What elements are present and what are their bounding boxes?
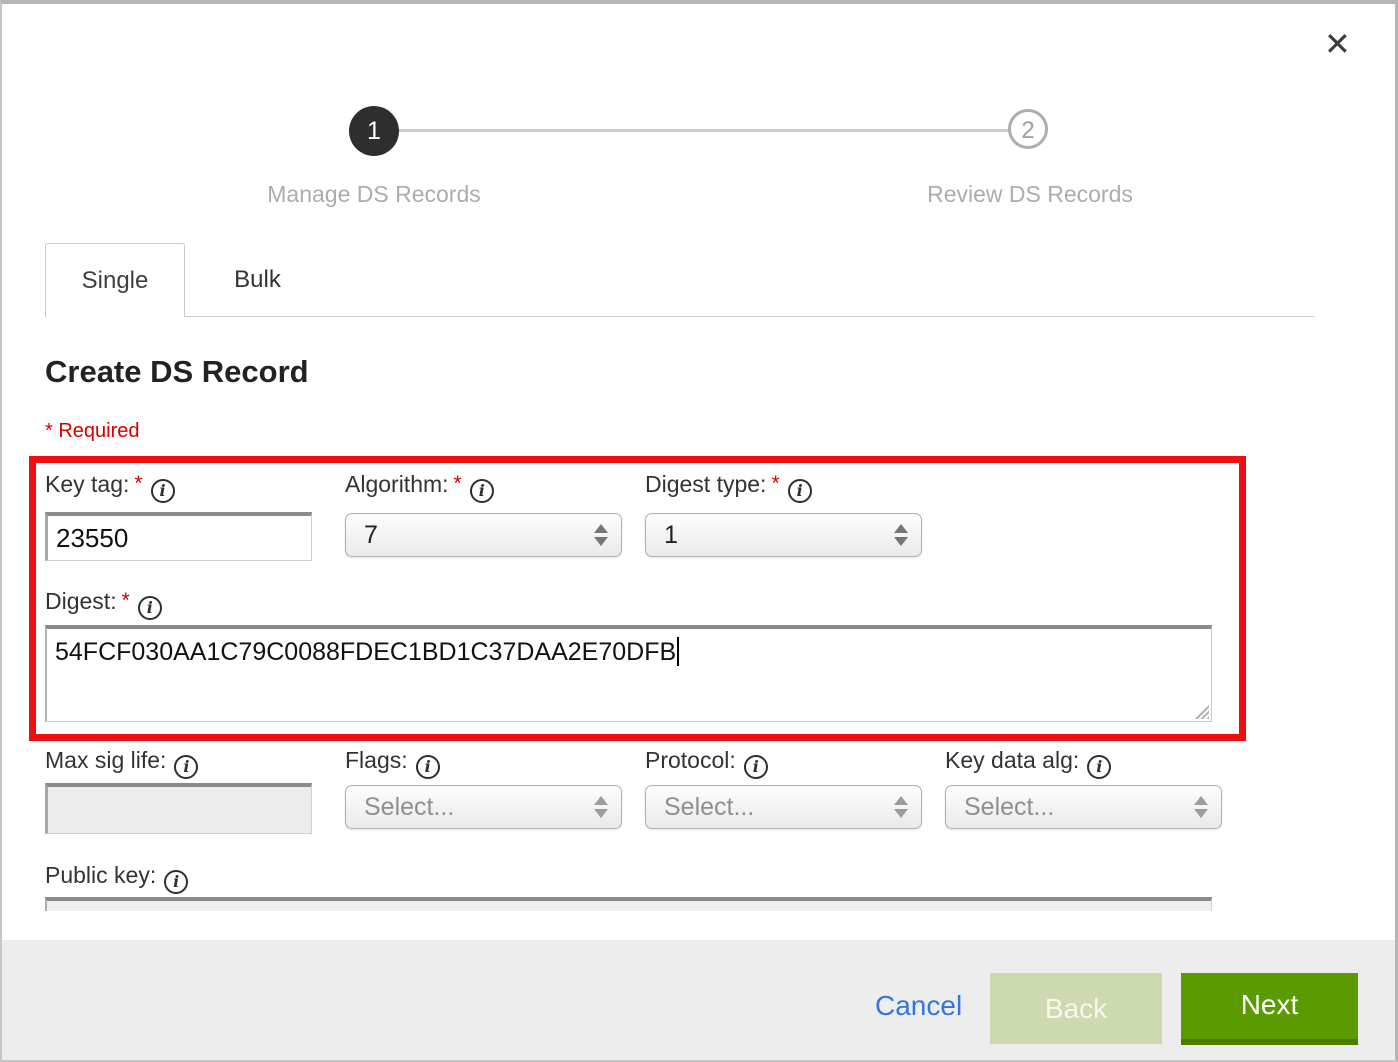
close-icon[interactable]: ✕ bbox=[1324, 28, 1351, 60]
info-icon[interactable]: i bbox=[788, 479, 812, 503]
flags-label: Flags: i bbox=[345, 747, 440, 779]
info-icon[interactable]: i bbox=[416, 755, 440, 779]
tab-bulk[interactable]: Bulk bbox=[185, 243, 330, 317]
protocol-label: Protocol: i bbox=[645, 747, 768, 779]
key-tag-label-text: Key tag: bbox=[45, 471, 129, 497]
protocol-placeholder: Select... bbox=[664, 793, 754, 821]
page-title: Create DS Record bbox=[45, 354, 309, 390]
select-spinner-icon bbox=[894, 524, 908, 546]
max-sig-life-input[interactable] bbox=[45, 783, 312, 834]
select-spinner-icon bbox=[1194, 796, 1208, 818]
public-key-label: Public key: i bbox=[45, 862, 188, 894]
protocol-label-text: Protocol: bbox=[645, 747, 736, 773]
text-cursor bbox=[677, 637, 679, 666]
step-2-label: Review DS Records bbox=[830, 181, 1230, 208]
info-icon[interactable]: i bbox=[138, 596, 162, 620]
digest-type-label-text: Digest type: bbox=[645, 471, 766, 497]
required-asterisk: * bbox=[454, 472, 462, 495]
flags-placeholder: Select... bbox=[364, 793, 454, 821]
protocol-select[interactable]: Select... bbox=[645, 785, 922, 829]
info-icon[interactable]: i bbox=[174, 755, 198, 779]
select-spinner-icon bbox=[594, 796, 608, 818]
required-asterisk: * bbox=[134, 472, 142, 495]
digest-type-label: Digest type:* i bbox=[645, 471, 812, 503]
step-1-label: Manage DS Records bbox=[174, 181, 574, 208]
resize-handle[interactable] bbox=[1192, 702, 1209, 719]
max-sig-life-label-text: Max sig life: bbox=[45, 747, 166, 773]
required-asterisk: * bbox=[771, 472, 779, 495]
public-key-textarea[interactable] bbox=[45, 897, 1212, 911]
algorithm-selected-value: 7 bbox=[364, 521, 378, 549]
key-tag-input[interactable] bbox=[45, 512, 312, 561]
digest-type-select[interactable]: 1 bbox=[645, 513, 922, 557]
digest-label: Digest:* i bbox=[45, 588, 162, 620]
required-asterisk: * bbox=[122, 589, 130, 612]
flags-label-text: Flags: bbox=[345, 747, 408, 773]
select-spinner-icon bbox=[594, 524, 608, 546]
next-button[interactable]: Next bbox=[1181, 973, 1358, 1045]
algorithm-select[interactable]: 7 bbox=[345, 513, 622, 557]
digest-type-selected-value: 1 bbox=[664, 521, 678, 549]
info-icon[interactable]: i bbox=[164, 870, 188, 894]
required-note: * Required bbox=[45, 420, 140, 443]
step-2-indicator: 2 bbox=[1008, 109, 1048, 149]
back-button[interactable]: Back bbox=[990, 973, 1162, 1044]
key-data-alg-placeholder: Select... bbox=[964, 793, 1054, 821]
algorithm-label: Algorithm:* i bbox=[345, 471, 494, 503]
digest-textarea[interactable]: 54FCF030AA1C79C0088FDEC1BD1C37DAA2E70DFB bbox=[45, 625, 1212, 722]
digest-value: 54FCF030AA1C79C0088FDEC1BD1C37DAA2E70DFB bbox=[55, 638, 676, 666]
info-icon[interactable]: i bbox=[470, 479, 494, 503]
step-1-indicator: 1 bbox=[349, 106, 399, 156]
tab-single[interactable]: Single bbox=[45, 243, 185, 317]
key-tag-label: Key tag:* i bbox=[45, 471, 175, 503]
key-data-alg-select[interactable]: Select... bbox=[945, 785, 1222, 829]
info-icon[interactable]: i bbox=[1087, 755, 1111, 779]
cancel-link[interactable]: Cancel bbox=[875, 990, 962, 1022]
public-key-label-text: Public key: bbox=[45, 862, 156, 888]
stepper-connector-line bbox=[397, 129, 1011, 132]
key-data-alg-label: Key data alg: i bbox=[945, 747, 1111, 779]
algorithm-label-text: Algorithm: bbox=[345, 471, 449, 497]
info-icon[interactable]: i bbox=[151, 479, 175, 503]
flags-select[interactable]: Select... bbox=[345, 785, 622, 829]
key-data-alg-label-text: Key data alg: bbox=[945, 747, 1079, 773]
select-spinner-icon bbox=[894, 796, 908, 818]
digest-label-text: Digest: bbox=[45, 588, 117, 614]
create-ds-record-dialog: ✕ 1 2 Manage DS Records Review DS Record… bbox=[0, 0, 1398, 1062]
info-icon[interactable]: i bbox=[744, 755, 768, 779]
max-sig-life-label: Max sig life: i bbox=[45, 747, 198, 779]
